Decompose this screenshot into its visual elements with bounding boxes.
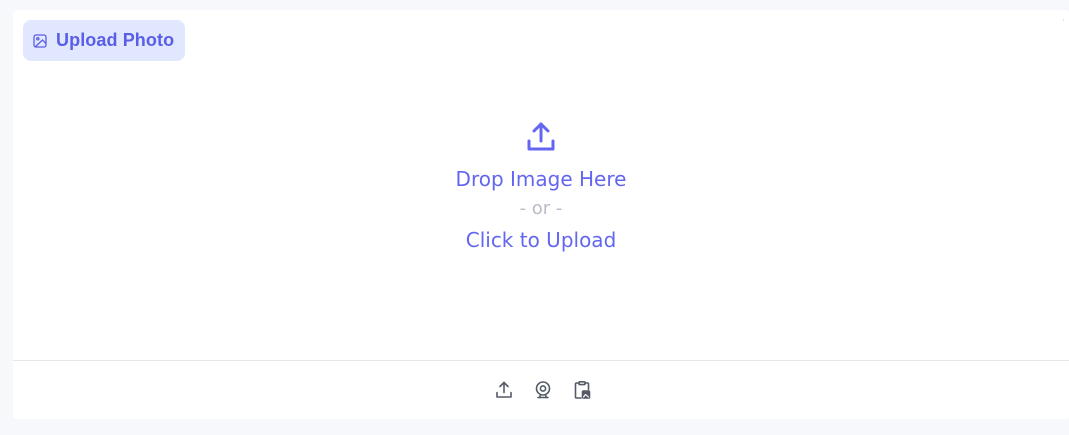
source-upload-button[interactable] — [492, 378, 516, 402]
upload-photo-label: Upload Photo — [23, 20, 186, 61]
clipboard-image-icon — [574, 380, 591, 399]
webcam-icon — [535, 381, 551, 399]
source-clipboard-button[interactable] — [570, 378, 594, 402]
image-upload-panel: Upload Photo · Drop Image Here - or - Cl… — [13, 10, 1069, 419]
click-to-upload-text: Click to Upload — [465, 228, 617, 252]
upload-icon — [496, 381, 512, 398]
drop-image-text: Drop Image Here — [455, 167, 627, 191]
image-dropzone[interactable]: Drop Image Here - or - Click to Upload — [13, 70, 1069, 360]
image-icon — [33, 33, 47, 48]
source-webcam-button[interactable] — [531, 378, 555, 402]
upload-photo-label-text: Upload Photo — [56, 30, 175, 50]
corner-mark: · — [1062, 16, 1065, 26]
upload-icon — [527, 122, 555, 151]
or-separator-text: - or - — [519, 198, 563, 219]
source-selector — [13, 361, 1069, 419]
